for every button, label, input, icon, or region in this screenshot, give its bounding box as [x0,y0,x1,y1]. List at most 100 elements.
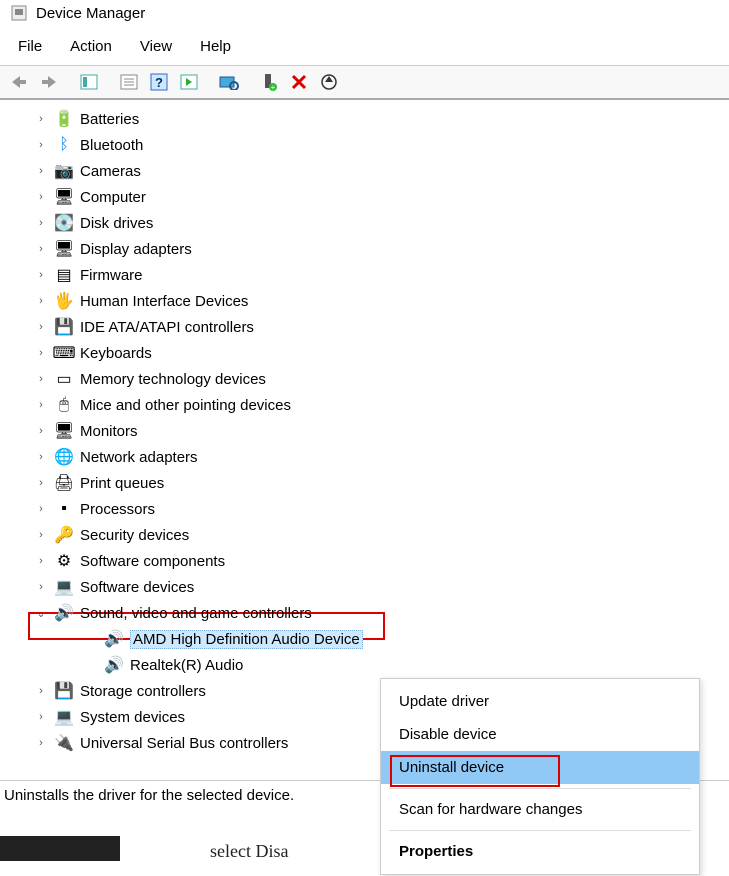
forward-button[interactable] [36,70,62,94]
device-icon: 🔊 [54,603,74,623]
device-label: Cameras [80,163,141,180]
device-label: Software devices [80,579,194,596]
device-label: Sound, video and game controllers [80,605,312,622]
chevron-right-icon[interactable]: › [34,503,48,515]
device-category[interactable]: ›ᛒBluetooth [0,132,729,158]
device-label: Universal Serial Bus controllers [80,735,288,752]
chevron-right-icon[interactable]: › [34,529,48,541]
chevron-right-icon[interactable]: › [34,477,48,489]
device-icon: 🖐 [54,291,74,311]
device-label: Software components [80,553,225,570]
device-category[interactable]: › 🌐 Network adapters [0,444,729,470]
device-category[interactable]: ›🔑Security devices [0,522,729,548]
ctx-separator [389,788,691,789]
menubar: File Action View Help [0,30,729,65]
chevron-right-icon[interactable]: › [34,217,48,229]
device-icon: 🖥 [54,421,74,441]
ctx-separator [389,830,691,831]
ctx-update-driver[interactable]: Update driver [381,685,699,718]
context-menu: Update driver Disable device Uninstall d… [380,678,700,875]
device-label: System devices [80,709,185,726]
help-button[interactable]: ? [146,70,172,94]
menu-file[interactable]: File [4,34,56,59]
ctx-scan-hardware[interactable]: Scan for hardware changes [381,793,699,826]
device-icon: ᛒ [54,135,74,155]
device-label: Realtek(R) Audio [130,657,243,674]
device-label: IDE ATA/ATAPI controllers [80,319,254,336]
device-category[interactable]: ›▤Firmware [0,262,729,288]
device-icon: 💻 [54,577,74,597]
ctx-properties[interactable]: Properties [381,835,699,868]
device-icon: 🖥 [54,187,74,207]
toolbar: ? + [0,65,729,100]
ctx-disable-device[interactable]: Disable device [381,718,699,751]
update-driver-button[interactable] [316,70,342,94]
chevron-right-icon[interactable]: › [34,165,48,177]
chevron-right-icon[interactable]: › [34,321,48,333]
chevron-right-icon[interactable]: › [34,243,48,255]
chevron-right-icon[interactable]: › [34,555,48,567]
menu-action[interactable]: Action [56,34,126,59]
device-label: Monitors [80,423,138,440]
device-label: Storage controllers [80,683,206,700]
chevron-right-icon[interactable]: › [34,451,48,463]
ctx-uninstall-device[interactable]: Uninstall device [381,751,699,784]
titlebar: Device Manager [0,0,729,30]
device-category[interactable]: › 📷 Cameras [0,158,729,184]
chevron-right-icon[interactable]: › [34,191,48,203]
device-label: Security devices [80,527,189,544]
device-icon: 📷 [54,161,74,181]
chevron-right-icon[interactable]: › [34,347,48,359]
menu-view[interactable]: View [126,34,186,59]
device-label: Network adapters [80,449,198,466]
device-icon: ⚙ [54,551,74,571]
chevron-right-icon[interactable]: › [34,685,48,697]
chevron-right-icon[interactable]: › [34,581,48,593]
device-category[interactable]: ›💾IDE ATA/ATAPI controllers [0,314,729,340]
chevron-right-icon[interactable]: › [34,295,48,307]
uninstall-button[interactable] [286,70,312,94]
window-title: Device Manager [36,5,145,22]
device-label: Batteries [80,111,139,128]
menu-help[interactable]: Help [186,34,245,59]
device-category[interactable]: ›🖥Display adapters [0,236,729,262]
scan-hardware-button[interactable] [216,70,242,94]
chevron-right-icon[interactable]: › [34,425,48,437]
device-category[interactable]: ›💽Disk drives [0,210,729,236]
chevron-down-icon[interactable]: ⌄ [34,607,48,620]
device-label: Mice and other pointing devices [80,397,291,414]
device-category[interactable]: ›▪Processors [0,496,729,522]
device-category[interactable]: ›🖨Print queues [0,470,729,496]
add-legacy-button[interactable]: + [256,70,282,94]
device-label: Keyboards [80,345,152,362]
device-category[interactable]: ›🖐Human Interface Devices [0,288,729,314]
device-icon: 🌐 [54,447,74,467]
device-icon: 🔌 [54,733,74,753]
device-label: Computer [80,189,146,206]
device-category[interactable]: › ⚙ Software components [0,548,729,574]
device-item[interactable]: 🔊AMD High Definition Audio Device [0,626,729,652]
device-category[interactable]: › 🖥 Monitors [0,418,729,444]
back-button[interactable] [6,70,32,94]
action-props-button[interactable] [176,70,202,94]
chevron-right-icon[interactable]: › [34,737,48,749]
device-category[interactable]: › 💻 Software devices [0,574,729,600]
device-category[interactable]: ⌄ 🔊 Sound, video and game controllers [0,600,729,626]
device-icon: 💻 [54,707,74,727]
device-item[interactable]: 🔊Realtek(R) Audio [0,652,729,678]
chevron-right-icon[interactable]: › [34,269,48,281]
properties-button[interactable] [116,70,142,94]
device-category[interactable]: › 🖥 Computer [0,184,729,210]
chevron-right-icon[interactable]: › [34,113,48,125]
device-label: Display adapters [80,241,192,258]
show-hide-console-tree-button[interactable] [76,70,102,94]
device-category[interactable]: ›⌨Keyboards [0,340,729,366]
chevron-right-icon[interactable]: › [34,139,48,151]
chevron-right-icon[interactable]: › [34,711,48,723]
device-category[interactable]: ›🔋Batteries [0,106,729,132]
device-label: Disk drives [80,215,153,232]
device-category[interactable]: ›🖱Mice and other pointing devices [0,392,729,418]
chevron-right-icon[interactable]: › [34,399,48,411]
device-category[interactable]: ›▭Memory technology devices [0,366,729,392]
chevron-right-icon[interactable]: › [34,373,48,385]
